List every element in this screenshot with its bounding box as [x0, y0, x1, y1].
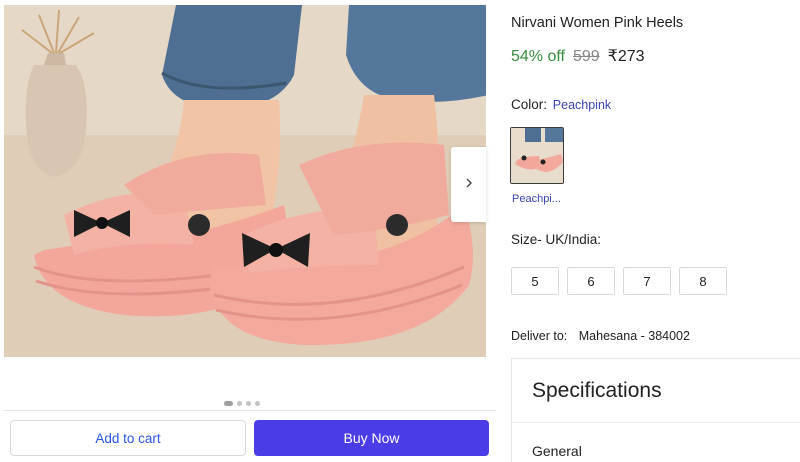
swatch-caption: Peachpi... [512, 193, 561, 205]
color-swatch-peachpink[interactable] [510, 127, 564, 184]
selling-price: ₹273 [607, 48, 645, 65]
color-selector-label: Color: Peachpink [511, 97, 611, 112]
size-selector-label: Size- UK/India: [511, 232, 602, 247]
deliver-pincode: Mahesana - 384002 [578, 329, 690, 343]
original-price: 599 [572, 48, 600, 65]
size-option-5[interactable]: 5 [511, 267, 559, 295]
spec-section-general[interactable]: General [532, 443, 582, 459]
size-option-6[interactable]: 6 [567, 267, 615, 295]
specifications-heading: Specifications [532, 379, 662, 402]
size-options: 5 6 7 8 [511, 267, 727, 295]
chevron-right-icon [464, 176, 474, 194]
next-image-button[interactable] [451, 147, 486, 222]
pagination-dot[interactable] [255, 401, 260, 406]
delivery-location[interactable]: Deliver to: Mahesana - 384002 [511, 329, 690, 343]
pagination-dot[interactable] [237, 401, 242, 406]
deliver-label: Deliver to: [511, 329, 568, 343]
pagination-dot-active[interactable] [224, 401, 233, 406]
color-label-text: Color: [511, 97, 548, 112]
product-image[interactable] [4, 5, 486, 357]
product-gallery: Add to cart Buy Now [0, 0, 500, 462]
size-option-7[interactable]: 7 [623, 267, 671, 295]
sandals-illustration [4, 5, 486, 357]
discount-percent: 54% off [511, 48, 565, 65]
price-row: 54% off 599 ₹273 [511, 46, 645, 66]
specifications-panel: Specifications General [511, 358, 800, 462]
footer-divider [4, 410, 496, 411]
gallery-pagination-dots [224, 401, 260, 406]
swatch-thumbnail [511, 128, 563, 183]
specifications-divider [512, 422, 800, 423]
product-title: Nirvani Women Pink Heels [511, 15, 684, 31]
selected-color-value: Peachpink [552, 98, 612, 112]
product-details: Nirvani Women Pink Heels 54% off 599 ₹27… [500, 0, 800, 462]
add-to-cart-button[interactable]: Add to cart [10, 420, 246, 456]
size-option-8[interactable]: 8 [679, 267, 727, 295]
pagination-dot[interactable] [246, 401, 251, 406]
buy-now-button[interactable]: Buy Now [254, 420, 489, 456]
